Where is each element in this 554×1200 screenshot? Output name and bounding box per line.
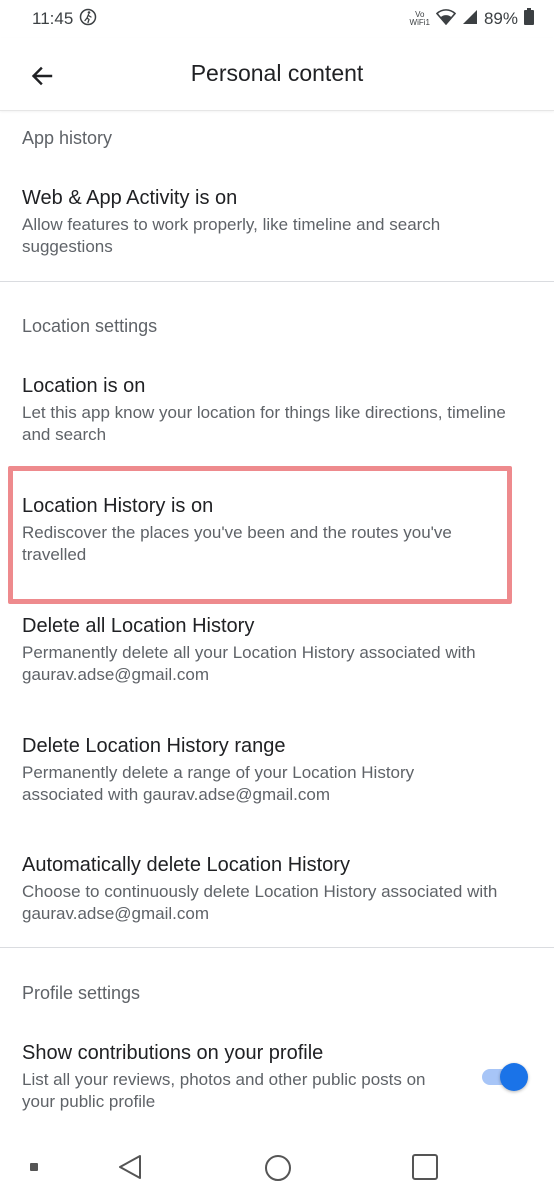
- vowifi-indicator: Vo WiFi1: [410, 11, 430, 27]
- app-bar: Personal content: [0, 38, 554, 111]
- status-bar: 11:45 Vo WiFi1 89%: [0, 0, 554, 38]
- status-left: 11:45: [32, 8, 97, 31]
- divider: [0, 947, 554, 948]
- battery-percent: 89%: [483, 9, 518, 28]
- nav-home-button[interactable]: [263, 1153, 293, 1188]
- page-title: Personal content: [190, 60, 364, 86]
- setting-title: Delete all Location History: [22, 615, 255, 637]
- divider: [0, 281, 554, 282]
- nav-recents-button[interactable]: [411, 1153, 439, 1186]
- section-header-app-history: App history: [22, 128, 113, 148]
- setting-description: Permanently delete a range of your Locat…: [22, 763, 415, 804]
- toggle-thumb: [500, 1063, 528, 1091]
- system-nav-bar: [0, 1136, 554, 1200]
- setting-title: Show contributions on your profile: [22, 1042, 324, 1064]
- battery-icon: [524, 8, 534, 30]
- section-header-location-settings: Location settings: [22, 316, 158, 336]
- highlight-box: [8, 466, 512, 604]
- setting-title: Delete Location History range: [22, 735, 286, 757]
- setting-description: Let this app know your location for thin…: [22, 403, 506, 444]
- wifi-icon: [435, 8, 457, 30]
- nav-dot-indicator: [30, 1163, 38, 1171]
- vowifi-bottom: WiFi1: [409, 18, 430, 27]
- setting-description: Allow features to work properly, like ti…: [22, 215, 441, 256]
- signal-icon: [462, 9, 478, 30]
- setting-description: List all your reviews, photos and other …: [22, 1070, 426, 1111]
- setting-description: Permanently delete all your Location His…: [22, 643, 476, 684]
- setting-description: Choose to continuously delete Location H…: [22, 882, 498, 923]
- status-time: 11:45: [32, 9, 74, 28]
- activity-icon: [79, 8, 97, 31]
- setting-title: Web & App Activity is on: [22, 187, 238, 209]
- setting-title: Automatically delete Location History: [22, 854, 350, 876]
- setting-title: Location is on: [22, 375, 146, 397]
- section-header-profile-settings: Profile settings: [22, 983, 141, 1003]
- status-right: Vo WiFi1 89%: [410, 8, 534, 30]
- square-recents-icon: [412, 1154, 438, 1180]
- nav-back-button[interactable]: [116, 1153, 144, 1186]
- circle-home-icon: [265, 1155, 291, 1181]
- triangle-back-icon: [119, 1155, 141, 1179]
- contributions-toggle[interactable]: [482, 1062, 528, 1092]
